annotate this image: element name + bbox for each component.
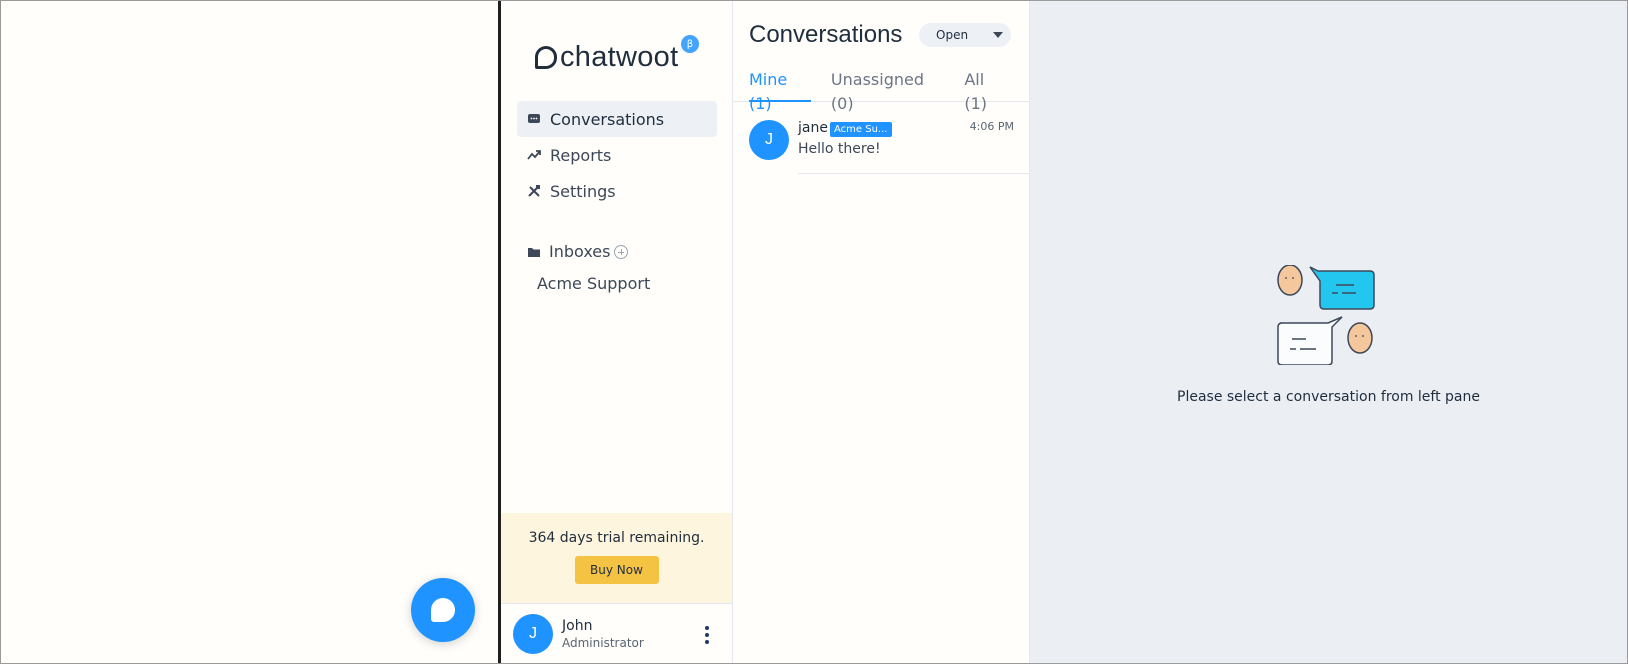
conversation-tabs: Mine (1) Unassigned (0) All (1) xyxy=(733,59,1029,113)
status-filter-value: Open xyxy=(936,28,969,42)
beta-badge: β xyxy=(681,35,699,53)
message-preview: Hello there! xyxy=(798,141,881,157)
profile-role: Administrator xyxy=(562,636,644,650)
divider xyxy=(798,173,1029,174)
tools-icon xyxy=(527,184,541,198)
chat-bubble-icon xyxy=(431,598,455,622)
sidebar-item-reports[interactable]: Reports xyxy=(517,137,717,173)
logo-text: chatwoot xyxy=(560,41,679,73)
sidebar-item-conversations[interactable]: Conversations xyxy=(517,101,717,137)
tab-mine[interactable]: Mine (1) xyxy=(749,59,811,113)
page-title: Conversations xyxy=(749,21,903,48)
sidebar-item-settings[interactable]: Settings xyxy=(517,173,717,209)
sidebar-item-label: Settings xyxy=(550,181,616,201)
add-circle-icon[interactable] xyxy=(614,244,629,259)
list-item[interactable]: J jane Acme Su... 4:06 PM Hello there! xyxy=(733,103,1029,174)
chat-illustration-icon xyxy=(1277,265,1375,365)
logo[interactable]: chatwoot xyxy=(535,41,678,74)
contact-name: jane xyxy=(798,120,828,136)
more-options-icon[interactable] xyxy=(704,626,710,644)
avatar: J xyxy=(749,120,789,160)
trial-text: 364 days trial remaining. xyxy=(528,530,705,546)
sidebar-nav: Conversations Reports Settings xyxy=(517,101,717,209)
chatwoot-logo-icon xyxy=(535,46,557,69)
tab-unassigned[interactable]: Unassigned (0) xyxy=(831,59,944,113)
buy-now-button[interactable]: Buy Now xyxy=(574,556,659,584)
avatar: J xyxy=(513,614,553,654)
conversation-empty-state: Please select a conversation from left p… xyxy=(1030,1,1627,663)
folder-icon xyxy=(527,245,541,259)
trend-up-icon xyxy=(527,148,541,162)
sidebar-item-label: Reports xyxy=(550,145,612,165)
inboxes-header: Inboxes xyxy=(527,242,629,261)
inbox-badge: Acme Su... xyxy=(830,122,892,137)
blank-webpage-pane xyxy=(1,1,498,663)
user-profile[interactable]: J John Administrator xyxy=(501,603,732,663)
chatwoot-app: chatwoot β Conversations Reports Setting… xyxy=(501,1,1627,663)
sidebar-item-label: Conversations xyxy=(550,109,665,129)
sidebar: chatwoot β Conversations Reports Setting… xyxy=(501,1,733,663)
profile-name: John xyxy=(562,618,593,634)
sidebar-item-acme-support[interactable]: Acme Support xyxy=(537,274,650,293)
tab-all[interactable]: All (1) xyxy=(964,59,1009,113)
chat-widget-launcher[interactable] xyxy=(411,578,475,642)
inboxes-label: Inboxes xyxy=(549,242,611,261)
message-time: 4:06 PM xyxy=(969,120,1014,133)
chat-icon xyxy=(527,112,541,126)
status-filter-select[interactable]: Open xyxy=(919,23,1011,47)
trial-banner: 364 days trial remaining. Buy Now xyxy=(501,513,732,603)
caret-down-icon xyxy=(993,32,1003,38)
conversation-list: Conversations Open Mine (1) Unassigned (… xyxy=(733,1,1030,663)
empty-state-message: Please select a conversation from left p… xyxy=(1177,389,1480,405)
